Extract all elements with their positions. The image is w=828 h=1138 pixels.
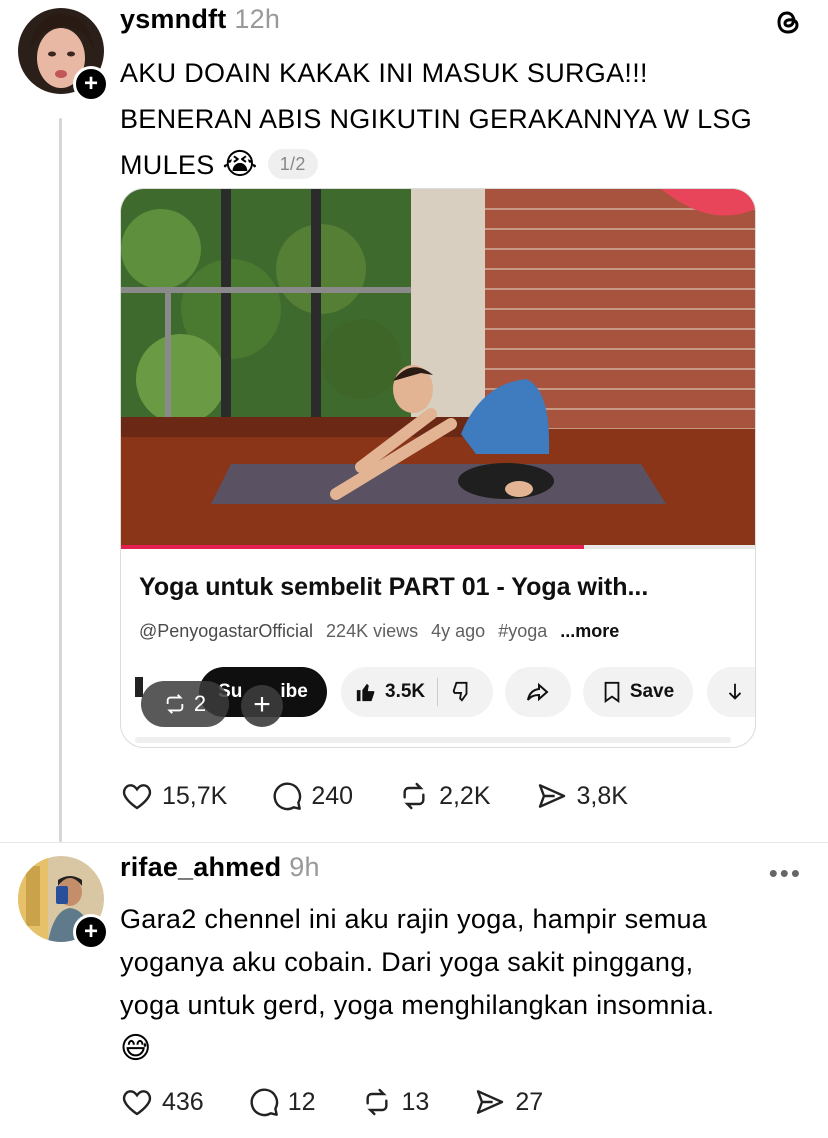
share-count: 3,8K <box>576 781 628 810</box>
video-age: 4y ago <box>431 621 486 641</box>
repost-count: 2,2K <box>439 781 491 810</box>
comment-icon <box>250 1088 278 1117</box>
send-icon <box>477 1090 504 1114</box>
more-link[interactable]: ...more <box>560 621 619 641</box>
video-progress-bar <box>121 545 584 549</box>
video-title[interactable]: Yoga untuk sembelit PART 01 - Yoga with.… <box>139 573 648 602</box>
follow-plus-button[interactable]: + <box>73 914 109 950</box>
share-button[interactable]: 27 <box>473 1086 543 1118</box>
thread-connector-line <box>59 118 62 842</box>
video-thumbnail[interactable] <box>121 189 755 549</box>
reply-button[interactable]: 12 <box>248 1086 316 1118</box>
channel-handle[interactable]: @PenyogastarOfficial <box>139 621 313 641</box>
more-options-icon[interactable]: ••• <box>769 858 802 889</box>
repost-icon <box>166 694 184 714</box>
share-video-button[interactable] <box>505 667 571 717</box>
channel-avatar-fragment <box>135 677 143 697</box>
post-text: AKU DOAIN KAKAK INI MASUK SURGA!!! BENER… <box>120 50 800 188</box>
like-dislike-group[interactable]: 3.5K <box>341 667 493 717</box>
post-text: Gara2 chennel ini aku rajin yoga, hampir… <box>120 898 800 1070</box>
like-button[interactable]: 436 <box>120 1086 204 1118</box>
like-button[interactable]: 15,7K <box>120 780 227 812</box>
share-arrow-icon <box>527 682 549 702</box>
download-button[interactable] <box>707 667 755 717</box>
post-divider <box>0 842 828 843</box>
card-scroll-indicator <box>135 737 731 743</box>
save-video-button[interactable]: Save <box>583 667 693 717</box>
share-button[interactable]: 3,8K <box>535 780 628 812</box>
post-actions: 15,7K 240 2,2K 3,8K <box>120 780 672 812</box>
page-indicator: 1/2 <box>267 148 318 179</box>
reply-count: 12 <box>287 1087 316 1116</box>
post-text-line: BENERAN ABIS NGIKUTIN GERAKANNYA W LSG <box>120 104 753 134</box>
hashtag-link[interactable]: #yoga <box>498 621 547 641</box>
video-meta: @PenyogastarOfficial 224K views 4y ago #… <box>139 621 619 642</box>
add-overlay-button[interactable]: + <box>241 685 283 727</box>
thumbs-down-icon[interactable] <box>450 681 472 703</box>
post-text-line: Gara2 chennel ini aku rajin yoga, hampir… <box>120 904 708 934</box>
threads-logo-icon[interactable] <box>772 6 804 43</box>
bookmark-icon <box>604 681 620 703</box>
reply-count: 240 <box>311 781 354 810</box>
thread-post: + rifae_ahmed 9h ••• Gara2 chennel ini ak… <box>0 848 828 1138</box>
reply-button[interactable]: 240 <box>271 780 353 812</box>
username-row: rifae_ahmed 9h <box>120 852 320 883</box>
heart-icon <box>122 784 152 810</box>
post-time: 12h <box>234 4 281 34</box>
repost-button[interactable]: 2,2K <box>397 780 491 812</box>
comment-icon <box>273 782 302 811</box>
save-label: Save <box>629 681 675 702</box>
repost-button[interactable]: 13 <box>360 1086 430 1118</box>
download-arrow-icon <box>728 683 742 700</box>
crying-emoji: 😭 <box>222 148 258 181</box>
heart-icon <box>122 1090 152 1116</box>
video-like-count: 3.5K <box>385 681 426 702</box>
view-count: 224K views <box>326 621 419 641</box>
post-time: 9h <box>289 852 320 882</box>
follow-plus-button[interactable]: + <box>73 66 109 102</box>
repost-icon <box>365 1088 388 1116</box>
username[interactable]: rifae_ahmed <box>120 852 281 882</box>
like-count: 15,7K <box>162 781 228 810</box>
thread-post: + ysmndft 12h AKU DOAIN KAKAK INI MASUK S… <box>0 0 828 842</box>
subscribe-label-right: ibe <box>280 681 308 702</box>
username[interactable]: ysmndft <box>120 4 226 34</box>
thumbs-up-icon[interactable] <box>355 681 377 703</box>
repost-count-overlay[interactable]: 2 <box>141 681 229 727</box>
username-row: ysmndft 12h <box>120 4 280 35</box>
repost-count: 13 <box>401 1087 430 1116</box>
like-count: 436 <box>162 1087 204 1116</box>
post-text-line: AKU DOAIN KAKAK INI MASUK SURGA!!! <box>120 58 648 88</box>
share-count: 27 <box>515 1087 544 1116</box>
post-text-segment: MULES <box>120 150 215 180</box>
post-actions: 436 12 13 27 <box>120 1086 587 1118</box>
send-icon <box>538 784 565 808</box>
post-text-line: yoga untuk gerd, yoga menghilangkan inso… <box>120 990 715 1020</box>
repost-icon <box>403 782 425 810</box>
pill-divider <box>437 678 439 706</box>
post-text-line: yoganya aku cobain. Dari yoga sakit ping… <box>120 947 694 977</box>
sweat-smile-emoji: 😅 <box>120 1032 152 1065</box>
repost-overlay-count: 2 <box>193 691 207 716</box>
video-embed-card[interactable]: Yoga untuk sembelit PART 01 - Yoga with.… <box>120 188 756 748</box>
post-text-line: MULES 😭 1/2 <box>120 142 800 188</box>
